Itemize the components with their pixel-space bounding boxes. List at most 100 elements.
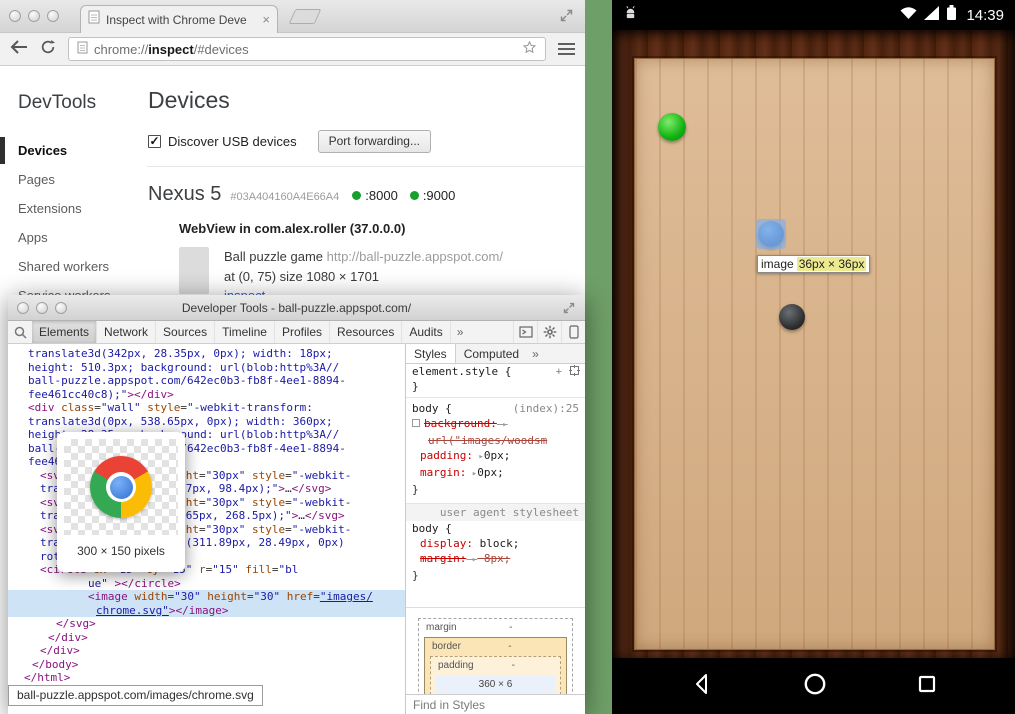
settings-gear-icon[interactable] xyxy=(537,321,561,343)
code-line[interactable]: </html> xyxy=(8,671,405,685)
code-line[interactable]: translate3d(0px, 538.65px, 0px); width: … xyxy=(8,415,405,429)
property-checkbox[interactable] xyxy=(412,419,420,427)
window-minimize-button[interactable] xyxy=(28,10,40,22)
device-mode-icon[interactable] xyxy=(561,321,585,343)
style-property-row[interactable]: } xyxy=(406,568,585,583)
text-segment: = xyxy=(199,523,206,536)
text-segment: fee461cc40c8);" xyxy=(28,388,127,401)
code-line[interactable]: fee461cc40c8);"></div> xyxy=(8,388,405,402)
port-label: :9000 xyxy=(423,188,456,203)
styles-tabbar: Styles Computed » xyxy=(406,344,585,364)
find-in-styles[interactable]: Find in Styles xyxy=(406,694,585,714)
window-close-button[interactable] xyxy=(17,302,29,314)
code-line[interactable]: </body> xyxy=(8,658,405,672)
code-line[interactable]: </svg> xyxy=(8,617,405,631)
sidebar-item-extensions[interactable]: Extensions xyxy=(0,194,147,223)
devtools-tab-network[interactable]: Network xyxy=(97,321,156,343)
window-resize-icon[interactable] xyxy=(560,9,573,27)
text-segment: "-webkit- xyxy=(292,469,352,482)
ua-rule-properties: display: block;margin: ▸ 8px;} xyxy=(406,536,585,583)
address-bar[interactable]: chrome://inspect/#devices xyxy=(68,37,546,61)
text-segment: </div> xyxy=(48,631,88,644)
text-segment: ></image> xyxy=(169,604,229,617)
devtools-tab-timeline[interactable]: Timeline xyxy=(215,321,275,343)
text-segment: margin: xyxy=(420,552,466,565)
code-line[interactable]: <image width="30" height="30" href="imag… xyxy=(8,590,405,604)
recents-nav-button[interactable] xyxy=(915,672,939,701)
tabs-overflow-chevron[interactable]: » xyxy=(451,321,470,343)
window-minimize-button[interactable] xyxy=(36,302,48,314)
console-drawer-icon[interactable] xyxy=(513,321,537,343)
tab-title: Inspect with Chrome Deve xyxy=(106,13,256,27)
back-button[interactable] xyxy=(10,40,28,59)
code-line[interactable]: ue" ></circle> xyxy=(8,577,405,591)
discover-usb-checkbox[interactable]: ✓ xyxy=(148,135,161,148)
devtools-tab-elements[interactable]: Elements xyxy=(32,321,97,343)
style-property-row[interactable]: background: ▸ xyxy=(406,416,585,433)
text-segment: "-webkit- xyxy=(292,496,352,509)
text-segment: } xyxy=(412,569,419,582)
devtools-tab-resources[interactable]: Resources xyxy=(330,321,402,343)
tab-computed[interactable]: Computed xyxy=(456,344,527,363)
green-ball[interactable] xyxy=(658,113,686,141)
sidebar-item-apps[interactable]: Apps xyxy=(0,223,147,252)
element-state-icon[interactable] xyxy=(569,365,580,379)
devtools-tab-sources[interactable]: Sources xyxy=(156,321,215,343)
text-segment: 0px; xyxy=(477,466,504,479)
style-property-row[interactable]: display: block; xyxy=(406,536,585,551)
window-resize-icon[interactable] xyxy=(563,302,575,317)
style-property-row[interactable]: padding: ▸0px; xyxy=(406,448,585,465)
border-top-value: - xyxy=(461,641,559,652)
devtools-tab-audits[interactable]: Audits xyxy=(402,321,450,343)
back-nav-button[interactable] xyxy=(690,672,714,701)
code-line[interactable]: height: 510.3px; background: url(blob:ht… xyxy=(8,361,405,375)
stylesheet-source-link[interactable]: (index):25 xyxy=(513,402,579,415)
text-segment: </html> xyxy=(24,671,70,684)
webview-page-url[interactable]: http://ball-puzzle.appspot.com/ xyxy=(327,249,503,264)
window-zoom-button[interactable] xyxy=(55,302,67,314)
sidebar-item-pages[interactable]: Pages xyxy=(0,165,147,194)
window-zoom-button[interactable] xyxy=(47,10,59,22)
style-property-row[interactable]: url("images/woodsm xyxy=(406,433,585,448)
search-icon[interactable] xyxy=(8,321,32,343)
style-property-row[interactable]: } xyxy=(406,482,585,497)
code-line[interactable]: chrome.svg"></image> xyxy=(8,604,405,618)
devtools-tab-profiles[interactable]: Profiles xyxy=(275,321,330,343)
code-line[interactable]: </div> xyxy=(8,644,405,658)
tab-styles[interactable]: Styles xyxy=(406,344,456,363)
browser-menu-button[interactable] xyxy=(558,43,575,55)
element-style-open: element.style { xyxy=(412,365,511,378)
body-rule-selector[interactable]: (index):25 body { xyxy=(406,401,585,416)
refresh-button[interactable] xyxy=(40,39,56,60)
code-line[interactable]: <div class="wall" style="-webkit-transfo… xyxy=(8,401,405,415)
bookmark-star-icon[interactable] xyxy=(522,40,537,58)
url-scheme: chrome:// xyxy=(94,42,148,57)
chrome-logo-image xyxy=(90,456,152,518)
tab-close-icon[interactable]: × xyxy=(262,13,270,26)
window-close-button[interactable] xyxy=(9,10,21,22)
new-style-rule-plus-icon[interactable]: + xyxy=(556,366,562,379)
webview-section: WebView in com.alex.roller (37.0.0.0) Ba… xyxy=(147,206,585,306)
code-line[interactable]: </div> xyxy=(8,631,405,645)
text-segment: </svg> xyxy=(292,482,332,495)
home-nav-button[interactable] xyxy=(802,671,828,702)
sidebar-items: DevicesPagesExtensionsAppsShared workers… xyxy=(0,136,147,310)
sidebar-item-devices[interactable]: Devices xyxy=(0,136,147,165)
user-agent-stylesheet-label: user agent stylesheet xyxy=(406,503,585,521)
port-forwarding-button[interactable]: Port forwarding... xyxy=(318,130,431,153)
browser-tab[interactable]: Inspect with Chrome Deve × xyxy=(80,5,278,33)
style-property-row[interactable]: margin: ▸0px; xyxy=(406,465,585,482)
text-segment: chrome.svg" xyxy=(96,604,169,617)
styles-overflow-chevron[interactable]: » xyxy=(527,344,544,363)
code-line[interactable]: ball-puzzle.appspot.com/642ec0b3-fb8f-4e… xyxy=(8,374,405,388)
element-style-rule[interactable]: element.style { + xyxy=(406,364,585,379)
android-statusbar: 14:39 xyxy=(612,0,1015,30)
port-status: :8000 xyxy=(352,188,398,203)
sidebar-item-shared-workers[interactable]: Shared workers xyxy=(0,252,147,281)
dark-ball[interactable] xyxy=(779,304,805,330)
chrome-logo-core xyxy=(110,476,133,499)
code-line[interactable]: translate3d(342px, 28.35px, 0px); width:… xyxy=(8,347,405,361)
style-property-row[interactable]: margin: ▸ 8px; xyxy=(406,551,585,568)
text-segment: style xyxy=(252,469,285,482)
new-tab-button[interactable] xyxy=(289,9,322,24)
